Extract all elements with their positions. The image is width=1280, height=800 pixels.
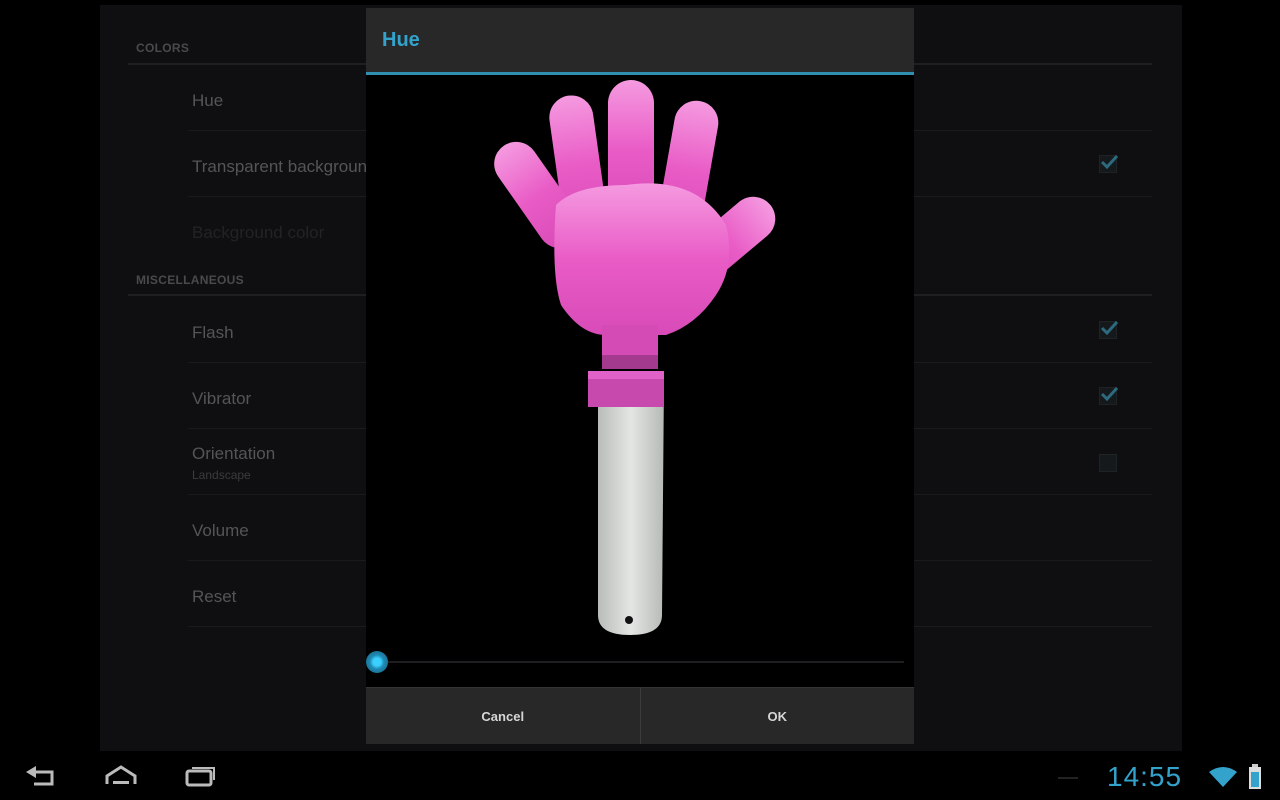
cancel-button[interactable]: Cancel: [366, 688, 640, 744]
dialog-title: Hue: [382, 29, 420, 51]
hand-clapper-preview: [366, 75, 914, 655]
pref-title: Vibrator: [192, 389, 252, 408]
notification-area[interactable]: [1058, 777, 1078, 779]
pref-title: Transparent background: [192, 157, 377, 176]
home-icon[interactable]: [103, 764, 139, 788]
transparent-background-checkbox[interactable]: [1099, 154, 1119, 173]
slider-thumb[interactable]: [366, 651, 388, 673]
pref-title: Hue: [192, 91, 224, 110]
hue-slider[interactable]: [366, 650, 904, 674]
checkmark-icon: [1100, 320, 1119, 336]
pref-title: Volume: [192, 521, 249, 540]
battery-icon: [1249, 764, 1261, 789]
wifi-icon: [1209, 767, 1237, 787]
category-miscellaneous: MISCELLANEOUS: [136, 273, 244, 287]
ok-button[interactable]: OK: [641, 688, 915, 744]
pref-title: Orientation: [192, 444, 276, 463]
clock[interactable]: 14:55: [1107, 761, 1182, 793]
flash-checkbox[interactable]: [1099, 320, 1119, 339]
checkmark-icon: [1100, 386, 1119, 402]
dialog-header: Hue: [366, 8, 914, 72]
pref-title: Background color: [192, 223, 325, 242]
pref-summary: Landscape: [192, 468, 251, 482]
recent-apps-icon[interactable]: [184, 764, 218, 788]
pref-title: Flash: [192, 323, 234, 342]
system-bar: 14:55: [0, 752, 1280, 800]
checkmark-icon: [1100, 154, 1119, 170]
dialog-button-bar: Cancel OK: [366, 687, 914, 744]
slider-track[interactable]: [376, 661, 904, 663]
category-colors: COLORS: [136, 41, 190, 55]
orientation-checkbox[interactable]: [1099, 454, 1117, 472]
hand-clapper-icon: [494, 80, 776, 635]
hue-dialog: Hue Cancel OK: [366, 8, 914, 744]
pref-title: Reset: [192, 587, 237, 606]
back-icon[interactable]: [24, 764, 58, 788]
vibrator-checkbox[interactable]: [1099, 386, 1119, 405]
